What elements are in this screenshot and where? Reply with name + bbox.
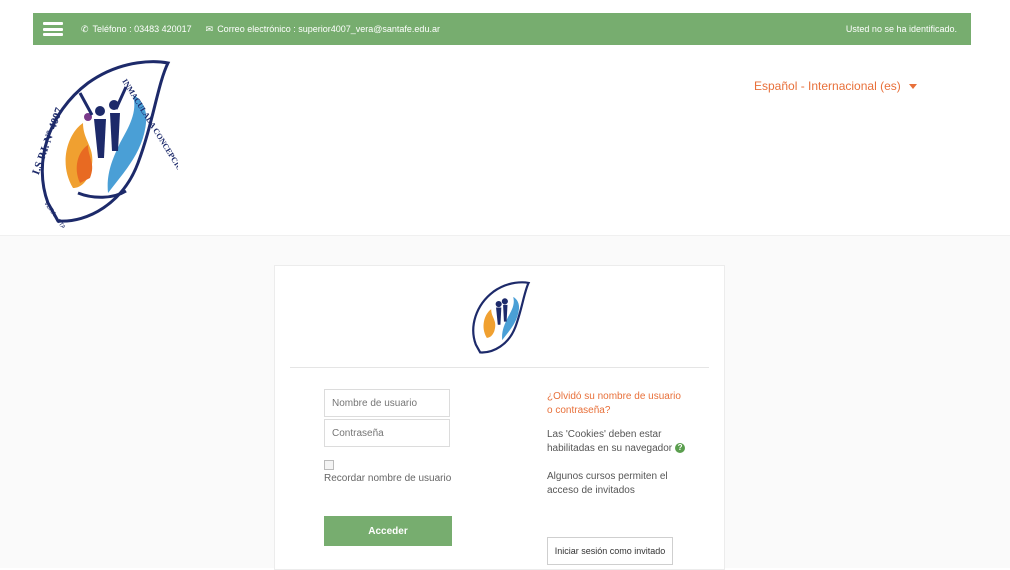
top-navbar: ✆ Teléfono : 03483 420017 ✉ Correo elect… <box>33 13 971 45</box>
forgot-password-link[interactable]: ¿Olvidó su nombre de usuario o contraseñ… <box>547 390 687 418</box>
language-label: Español - Internacional (es) <box>754 79 901 93</box>
logo-lettering-bottom: VERA - STA. FE <box>42 201 72 228</box>
login-button[interactable]: Acceder <box>324 516 452 546</box>
card-divider <box>290 367 709 368</box>
remember-checkbox[interactable] <box>324 460 334 470</box>
username-input[interactable] <box>324 389 450 417</box>
chevron-down-icon <box>908 83 917 89</box>
login-logo <box>472 281 531 354</box>
logo-lettering-left: I.S.P.I. Nº 4007 <box>30 106 66 177</box>
menu-icon[interactable] <box>43 22 63 36</box>
contact-info: ✆ Teléfono : 03483 420017 ✉ Correo elect… <box>81 24 440 35</box>
phone-text: Teléfono : 03483 420017 <box>92 24 192 34</box>
remember-label: Recordar nombre de usuario <box>324 473 452 484</box>
login-card: Recordar nombre de usuario Acceder ¿Olvi… <box>274 265 725 570</box>
login-info-column: ¿Olvidó su nombre de usuario o contraseñ… <box>547 390 687 506</box>
login-status: Usted no se ha identificado. <box>845 24 957 34</box>
password-input[interactable] <box>324 419 450 447</box>
cookies-notice: Las 'Cookies' deben estar habilitadas en… <box>547 428 687 456</box>
institution-logo[interactable]: I.S.P.I. Nº 4007 INMACULADA CONCEPCIÓN V… <box>28 53 178 228</box>
cookies-text: Las 'Cookies' deben estar habilitadas en… <box>547 429 673 454</box>
email-text: Correo electrónico : superior4007_vera@s… <box>217 24 440 34</box>
question-icon[interactable]: ? <box>675 443 686 454</box>
envelope-icon: ✉ <box>205 23 214 34</box>
guest-text: Algunos cursos permiten el acceso de inv… <box>547 471 668 496</box>
language-selector[interactable]: Español - Internacional (es) <box>754 79 917 93</box>
guest-login-button[interactable]: Iniciar sesión como invitado <box>547 537 673 565</box>
phone-icon: ✆ <box>81 23 89 34</box>
